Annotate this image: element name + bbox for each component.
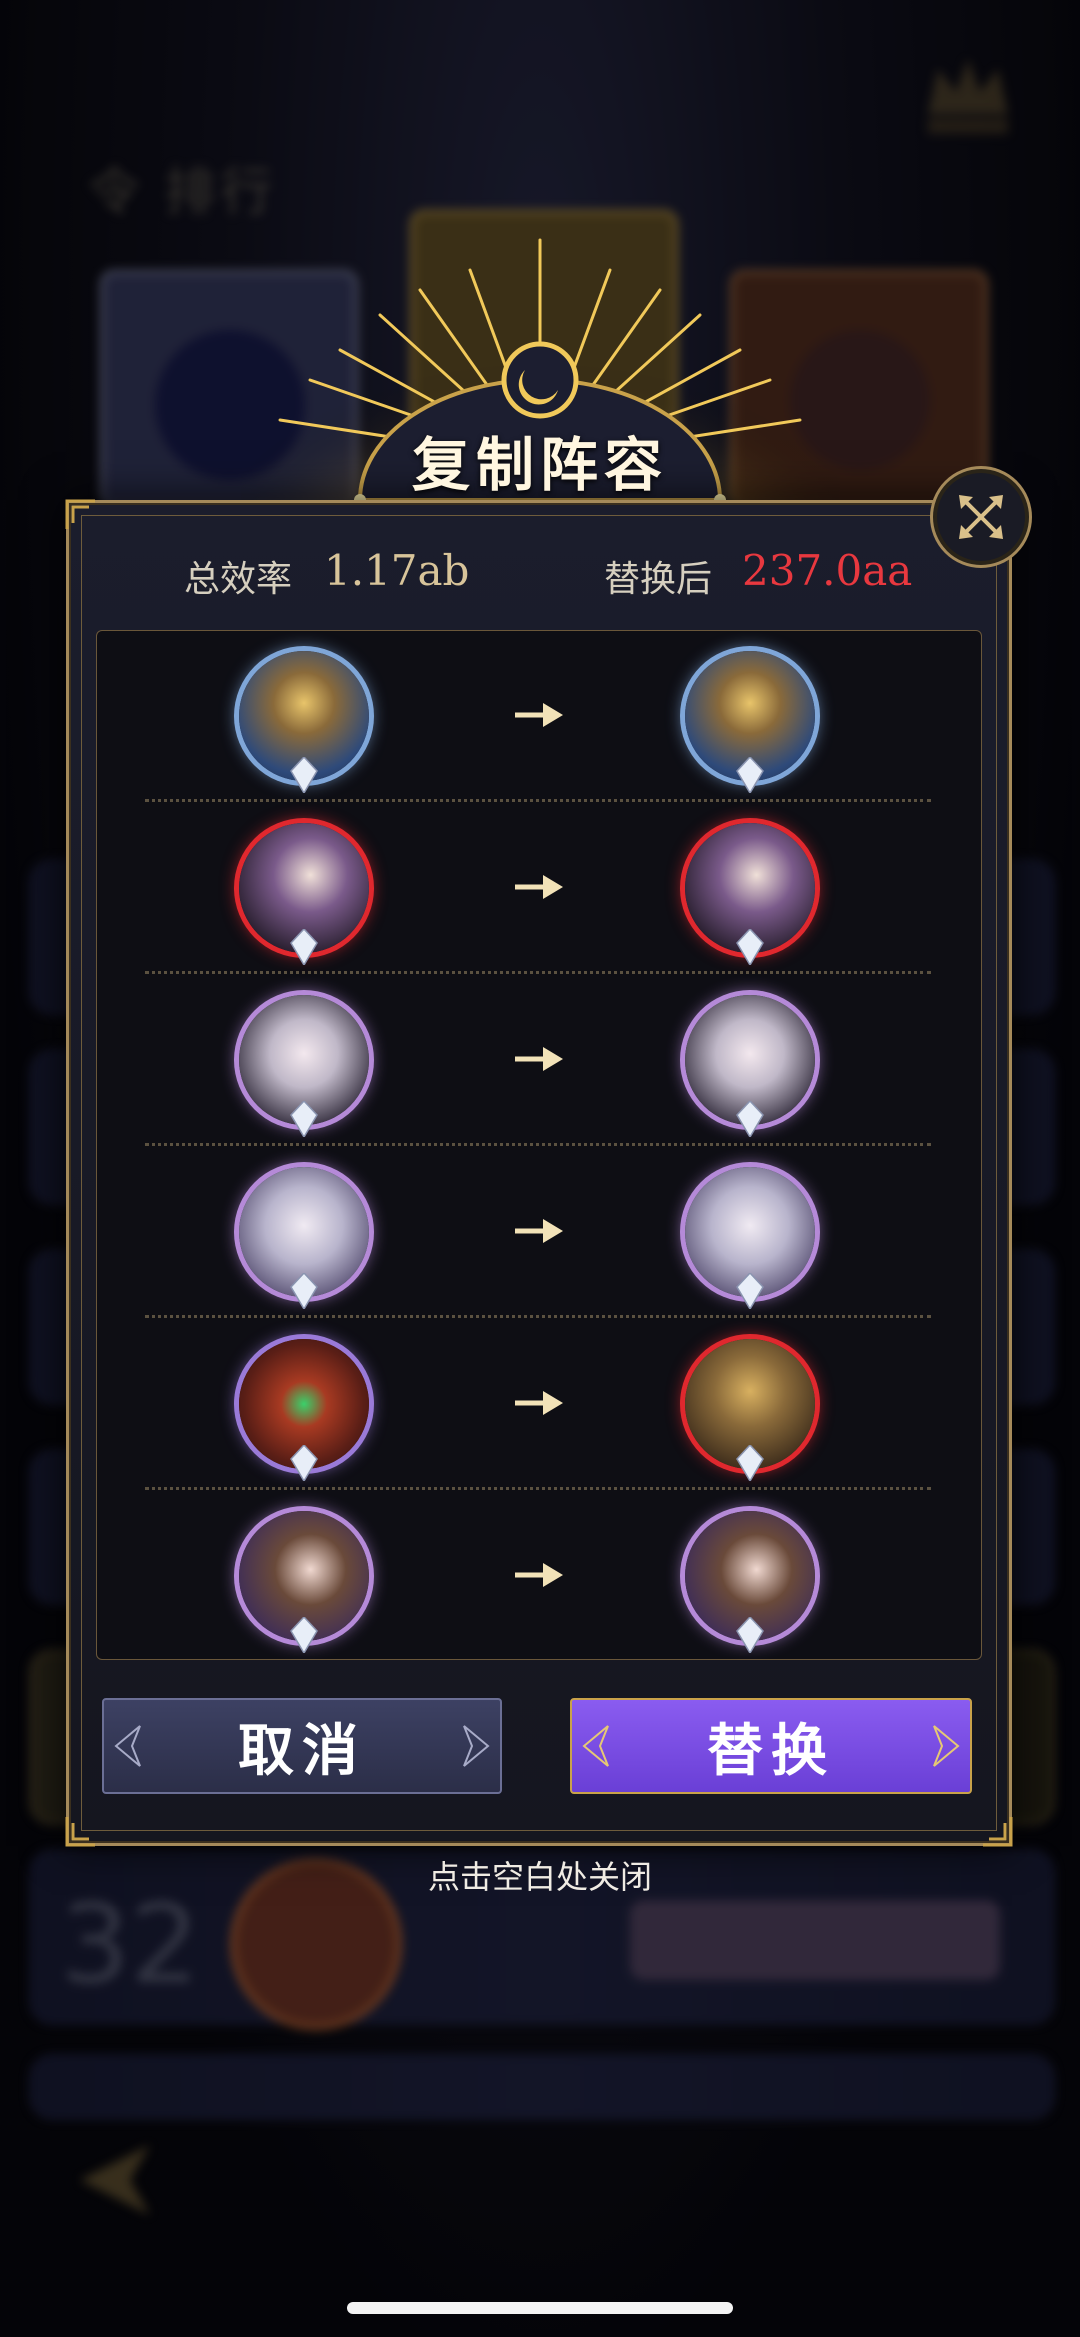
after-replace-value: 237.0aa [742, 546, 913, 595]
rank-gem-icon [290, 929, 318, 965]
rank-gem-icon [736, 1445, 764, 1481]
current-hero-avatar [239, 1339, 369, 1481]
corner-ornament [65, 499, 95, 529]
replacement-hero-avatar [685, 1339, 815, 1481]
replacement-hero-avatar [685, 823, 815, 965]
tap-outside-to-close-hint: 点击空白处关闭 [427, 1858, 652, 1896]
swap-row [97, 1491, 981, 1663]
efficiency-stats: 总效率 1.17ab 替换后 237.0aa [66, 546, 1006, 612]
row-divider [145, 799, 931, 802]
replace-button-label: 替换 [707, 1717, 835, 1784]
right-arrow-icon [515, 1047, 563, 1071]
ornament-icon [933, 1725, 960, 1767]
current-hero-avatar [239, 995, 369, 1137]
replacement-hero-avatar [685, 1511, 815, 1653]
corner-ornament [65, 1817, 95, 1847]
swap-row [97, 803, 981, 975]
ornament-icon [463, 1725, 490, 1767]
lineup-swap-list [96, 630, 982, 1660]
rank-gem-icon [736, 1617, 764, 1653]
ornament-icon [582, 1725, 609, 1767]
rank-gem-icon [290, 1101, 318, 1137]
current-hero-avatar [239, 1167, 369, 1309]
swap-row [97, 975, 981, 1147]
replace-button[interactable]: 替换 [570, 1698, 972, 1794]
row-divider [145, 1143, 931, 1146]
right-arrow-icon [515, 1219, 563, 1243]
cancel-button[interactable]: 取消 [102, 1698, 502, 1794]
row-divider [145, 1487, 931, 1490]
rank-gem-icon [736, 1101, 764, 1137]
rank-gem-icon [290, 757, 318, 793]
replacement-hero-avatar [685, 1167, 815, 1309]
right-arrow-icon [515, 1563, 563, 1587]
home-indicator[interactable] [347, 2302, 733, 2314]
rank-gem-icon [290, 1445, 318, 1481]
rank-gem-icon [736, 1273, 764, 1309]
after-replace-label: 替换后 [604, 559, 713, 600]
row-divider [145, 1315, 931, 1318]
rank-gem-icon [736, 757, 764, 793]
swap-row [97, 1319, 981, 1491]
corner-ornament [983, 1817, 1013, 1847]
replacement-hero-avatar [685, 995, 815, 1137]
replacement-hero-avatar [685, 651, 815, 793]
current-hero-avatar [239, 1511, 369, 1653]
current-hero-avatar [239, 823, 369, 965]
total-efficiency-value: 1.17ab [324, 546, 470, 595]
rank-gem-icon [290, 1617, 318, 1653]
cancel-button-label: 取消 [238, 1717, 366, 1784]
current-hero-avatar [239, 651, 369, 793]
dialog-title: 复制阵容 [411, 431, 668, 499]
rank-gem-icon [290, 1273, 318, 1309]
right-arrow-icon [515, 703, 563, 727]
swap-row [97, 1147, 981, 1319]
swap-row [97, 631, 981, 803]
right-arrow-icon [515, 1391, 563, 1415]
row-divider [145, 971, 931, 974]
rank-gem-icon [736, 929, 764, 965]
ornament-icon [114, 1725, 141, 1767]
total-efficiency-label: 总效率 [184, 559, 293, 600]
right-arrow-icon [515, 875, 563, 899]
